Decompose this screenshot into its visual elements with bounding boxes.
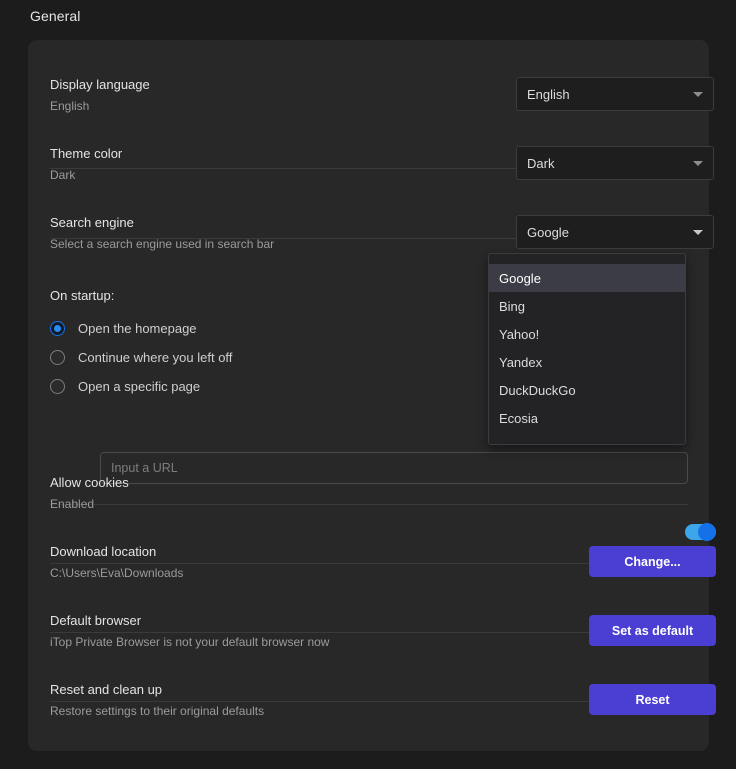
- radio-continue-where-you-left-off[interactable]: Continue where you left off: [50, 350, 232, 365]
- allow-cookies-status: Enabled: [50, 497, 95, 511]
- chevron-down-icon: [693, 91, 703, 97]
- dropdown-item-google[interactable]: Google: [489, 264, 685, 292]
- theme-color-select[interactable]: Dark: [516, 146, 714, 180]
- allow-cookies-toggle[interactable]: [685, 523, 716, 541]
- reset-button[interactable]: Reset: [589, 684, 716, 715]
- radio-icon: [50, 350, 65, 365]
- dropdown-item-ecosia[interactable]: Ecosia: [489, 404, 685, 432]
- search-engine-select[interactable]: Google: [516, 215, 714, 249]
- radio-icon-checked: [50, 321, 65, 336]
- display-language-select-value: English: [527, 86, 570, 102]
- dropdown-item-yahoo[interactable]: Yahoo!: [489, 320, 685, 348]
- dropdown-item-bing[interactable]: Bing: [489, 292, 685, 320]
- change-download-location-button[interactable]: Change...: [589, 546, 716, 577]
- dropdown-item-yandex[interactable]: Yandex: [489, 348, 685, 376]
- theme-color-select-value: Dark: [527, 155, 555, 171]
- radio-open-the-homepage[interactable]: Open the homepage: [50, 321, 197, 336]
- search-engine-dropdown-menu[interactable]: Google Bing Yahoo! Yandex DuckDuckGo Ecosia: [488, 253, 686, 445]
- setting-row-allow-cookies: Allow cookies Enabled: [50, 474, 688, 512]
- chevron-down-icon: [693, 229, 703, 235]
- radio-label-continue-where-you-left-off: Continue where you left off: [78, 350, 233, 365]
- radio-open-a-specific-page[interactable]: Open a specific page: [50, 379, 200, 394]
- set-as-default-button[interactable]: Set as default: [589, 615, 716, 646]
- on-startup-label: On startup:: [50, 288, 115, 303]
- display-language-select[interactable]: English: [516, 77, 714, 111]
- toggle-knob: [698, 523, 716, 541]
- dropdown-item-duckduckgo[interactable]: DuckDuckGo: [489, 376, 685, 404]
- chevron-down-icon: [693, 160, 703, 166]
- radio-icon: [50, 379, 65, 394]
- search-engine-select-value: Google: [527, 224, 569, 240]
- radio-label-open-the-homepage: Open the homepage: [78, 321, 197, 336]
- allow-cookies-label: Allow cookies: [50, 475, 129, 490]
- radio-label-open-a-specific-page: Open a specific page: [78, 379, 201, 394]
- page-title: General: [30, 8, 81, 24]
